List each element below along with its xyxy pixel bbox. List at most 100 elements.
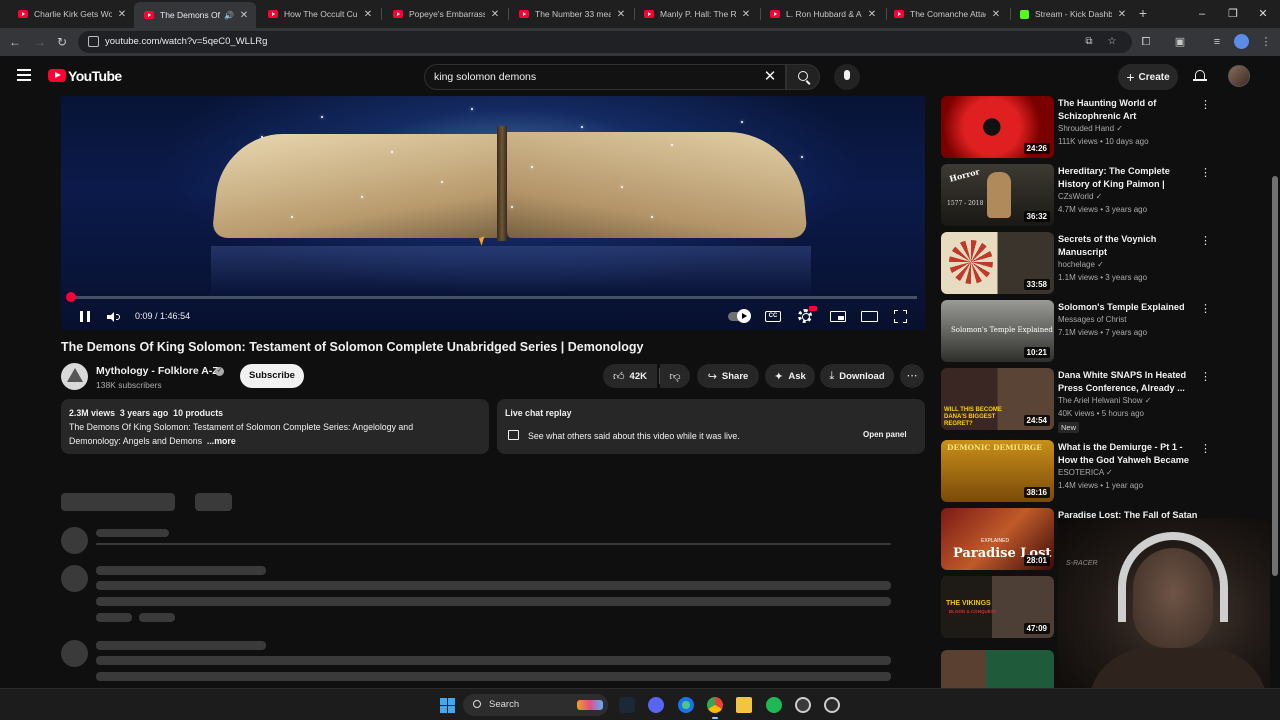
video-thumbnail[interactable]: Solomon's Temple Explained 10:21	[941, 300, 1054, 362]
recommendation-channel[interactable]: Messages of Christ	[1058, 315, 1126, 324]
bookmark-star-icon[interactable]: ☆	[1105, 35, 1119, 49]
browser-profile-avatar[interactable]	[1234, 34, 1249, 49]
windows-start-icon[interactable]	[440, 698, 455, 713]
video-thumbnail[interactable]: Horror 1577 - 2018 36:32	[941, 164, 1054, 226]
discord-icon[interactable]	[648, 697, 664, 713]
more-options-icon[interactable]: ⋮	[1200, 370, 1211, 384]
obs-icon[interactable]	[795, 697, 811, 713]
youtube-logo-text[interactable]: YouTube	[68, 68, 122, 84]
pause-icon[interactable]	[80, 311, 90, 322]
chrome-icon[interactable]	[707, 697, 723, 719]
recommendation-channel[interactable]: hochelage ✓	[1058, 260, 1104, 269]
description-box[interactable]: 2.3M views 3 years ago 10 products The D…	[61, 399, 489, 454]
recommendation-title[interactable]: Secrets of the Voynich Manuscript	[1058, 233, 1198, 259]
video-thumbnail[interactable]: 33:58	[941, 232, 1054, 294]
browser-tab[interactable]: L. Ron Hubbard & Ale ✕	[760, 3, 884, 25]
more-options-icon[interactable]: ⋮	[1200, 302, 1211, 316]
browser-tab[interactable]: Stream - Kick Dashbo ✕	[1010, 3, 1134, 25]
recommendation-title[interactable]: The Haunting World of Schizophrenic Art	[1058, 97, 1198, 123]
voice-search-button[interactable]	[834, 64, 860, 90]
close-tab-icon[interactable]: ✕	[866, 9, 878, 20]
autoplay-toggle[interactable]	[728, 309, 751, 323]
notifications-bell-icon[interactable]	[1193, 69, 1207, 83]
video-thumbnail[interactable]	[941, 650, 1054, 688]
settings-gear-icon[interactable]	[798, 309, 812, 323]
tab-audio-icon[interactable]: 🔊	[224, 11, 234, 20]
new-tab-icon[interactable]: +	[1136, 5, 1150, 21]
more-options-icon[interactable]: ⋮	[1200, 234, 1211, 248]
browser-tab-active[interactable]: The Demons Of Ki 🔊 ✕	[134, 2, 256, 28]
guide-menu-icon[interactable]	[17, 69, 31, 81]
progress-bar[interactable]	[66, 292, 917, 302]
products-count[interactable]: 10 products	[173, 408, 223, 418]
youtube-logo-icon[interactable]	[48, 69, 66, 82]
close-tab-icon[interactable]: ✕	[362, 9, 374, 20]
media-controls-icon[interactable]: ≡	[1209, 34, 1225, 50]
miniplayer-icon[interactable]	[830, 311, 846, 322]
account-avatar[interactable]	[1228, 65, 1250, 87]
ask-button[interactable]: ✦ Ask	[765, 364, 815, 388]
back-icon[interactable]: ←	[7, 34, 23, 50]
close-tab-icon[interactable]: ✕	[740, 9, 752, 20]
recommendation-title[interactable]: Solomon's Temple Explained	[1058, 301, 1198, 314]
video-thumbnail[interactable]: WILL THIS BECOME DANA'S BIGGEST REGRET? …	[941, 368, 1054, 430]
fullscreen-icon[interactable]	[894, 310, 907, 323]
recommendation-channel[interactable]: ESOTERICA ✓	[1058, 468, 1113, 477]
video-thumbnail[interactable]: Paradise Lost EXPLAINED 28:01	[941, 508, 1054, 570]
taskbar-search[interactable]: Search	[463, 694, 608, 716]
extensions-icon[interactable]: ⧠	[1138, 34, 1154, 50]
video-player[interactable]: 0:09 / 1:46:54 CC	[61, 96, 925, 330]
page-scrollbar-thumb[interactable]	[1272, 176, 1278, 576]
close-tab-icon[interactable]: ✕	[1116, 9, 1128, 20]
browser-tab[interactable]: Popeye's Embarrassed ✕	[383, 3, 507, 25]
recommendation-title[interactable]: Dana White SNAPS In Heated Press Confere…	[1058, 369, 1198, 395]
dislike-button[interactable]: 👎︎	[660, 364, 690, 388]
steam-icon[interactable]	[619, 697, 635, 713]
more-options-icon[interactable]: ⋮	[1200, 166, 1211, 180]
video-frame[interactable]	[61, 96, 925, 330]
share-button[interactable]: ↪ Share	[697, 364, 759, 388]
more-options-icon[interactable]: ⋮	[1200, 442, 1211, 456]
search-input[interactable]	[434, 71, 754, 83]
recommendation-channel[interactable]: CZsWorld ✓	[1058, 192, 1102, 201]
site-info-icon[interactable]	[88, 36, 99, 47]
recommendation-title[interactable]: Hereditary: The Complete History of King…	[1058, 165, 1198, 192]
minimize-icon[interactable]: –	[1194, 6, 1210, 22]
side-panel-icon[interactable]: ▣	[1172, 34, 1188, 50]
search-box[interactable]	[424, 64, 786, 90]
browser-tab[interactable]: How The Occult Curse ✕	[258, 3, 380, 25]
browser-tab[interactable]: Manly P. Hall: The Ris ✕	[634, 3, 758, 25]
theater-mode-icon[interactable]	[861, 311, 878, 322]
spotify-icon[interactable]	[766, 697, 782, 713]
recommendation-item[interactable]: Horror 1577 - 2018 36:32 Hereditary: The…	[941, 164, 1221, 226]
download-button[interactable]: ⤓ Download	[820, 364, 894, 388]
more-options-icon[interactable]: ⋮	[1200, 98, 1211, 112]
browser-tab[interactable]: The Number 33 mean ✕	[509, 3, 633, 25]
recommendation-item[interactable]: WILL THIS BECOME DANA'S BIGGEST REGRET? …	[941, 368, 1221, 433]
file-explorer-icon[interactable]	[736, 697, 752, 713]
more-actions-icon[interactable]: ⋯	[900, 364, 924, 388]
close-tab-icon[interactable]: ✕	[116, 9, 128, 20]
edge-icon[interactable]	[678, 697, 694, 713]
subscribe-button[interactable]: Subscribe	[240, 364, 304, 388]
create-button[interactable]: + Create	[1118, 64, 1178, 90]
recommendation-title[interactable]: What is the Demiurge - Pt 1 - How the Go…	[1058, 441, 1198, 468]
recommendation-item[interactable]: Solomon's Temple Explained 10:21 Solomon…	[941, 300, 1221, 362]
forward-icon[interactable]: →	[32, 34, 48, 50]
open-panel-button[interactable]: Open panel	[863, 430, 907, 439]
channel-name[interactable]: Mythology - Folklore A-Z	[96, 365, 219, 377]
recommendation-item[interactable]: DEMONIC DEMIURGE 38:16 What is the Demiu…	[941, 440, 1221, 502]
close-tab-icon[interactable]: ✕	[990, 9, 1002, 20]
like-button[interactable]: 👍︎ 42K	[603, 364, 657, 388]
browser-tab[interactable]: Charlie Kirk Gets Won ✕	[8, 3, 134, 25]
recommendation-channel[interactable]: The Ariel Helwani Show ✓	[1058, 396, 1151, 405]
close-tab-icon[interactable]: ✕	[615, 9, 627, 20]
channel-avatar[interactable]	[61, 363, 88, 390]
clear-search-icon[interactable]: ✕	[762, 68, 778, 86]
restore-icon[interactable]: ❐	[1225, 6, 1241, 22]
search-button[interactable]	[786, 64, 820, 90]
video-thumbnail[interactable]: THE VIKINGS BLOOD & CONQUEST 47:09	[941, 576, 1054, 638]
reload-icon[interactable]: ↻	[54, 34, 70, 50]
close-window-icon[interactable]: ✕	[1255, 6, 1271, 22]
subtitles-icon[interactable]: CC	[765, 311, 781, 322]
